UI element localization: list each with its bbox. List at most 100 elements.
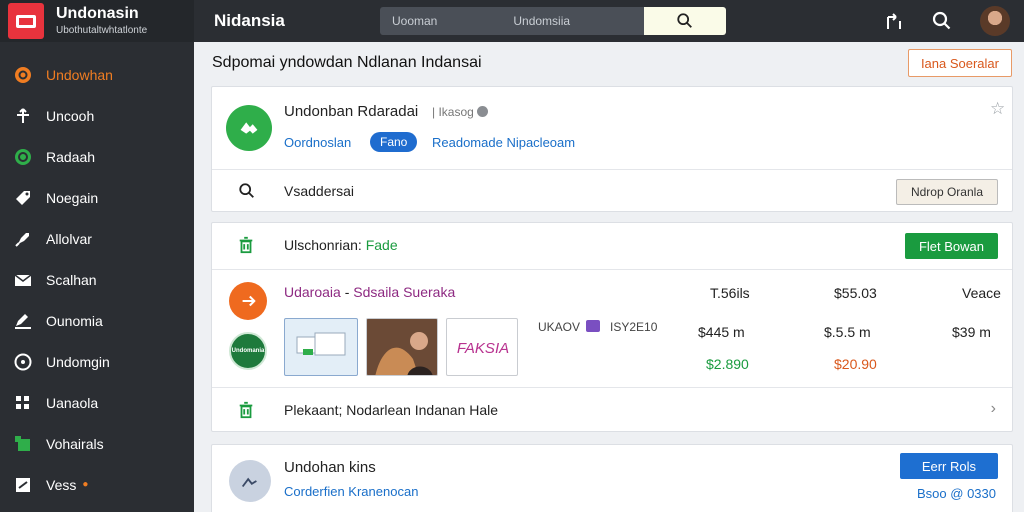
sidebar-item-label: Undomgin bbox=[46, 353, 110, 370]
badge-label: Undomania bbox=[231, 348, 265, 354]
listing-item-icon bbox=[229, 282, 267, 320]
card-search-row: Vsaddersai Ndrop Oranla bbox=[212, 169, 1012, 213]
price-green: $2.890 bbox=[706, 356, 749, 372]
listing-header-text: Ulschonrian: Fade bbox=[284, 237, 398, 253]
card-search-button[interactable]: Ndrop Oranla bbox=[895, 179, 998, 205]
sidebar-item-label: Noegain bbox=[46, 189, 99, 206]
sidebar-item-allolvar[interactable]: Allolvar bbox=[0, 218, 194, 259]
sidebar-item-uanaola[interactable]: Uanaola bbox=[0, 382, 194, 423]
sidebar-item-label: Ounomia bbox=[46, 312, 103, 329]
column-value-1: $445 m bbox=[698, 324, 745, 340]
box-icon bbox=[14, 476, 32, 494]
listing-footer-text: Plekaant; Nodarlean Indanan Hale bbox=[284, 402, 499, 418]
brand[interactable]: Undonasin Ubothutaltwhtatlonte bbox=[0, 0, 194, 42]
profile-title: Undonban Rdaradai bbox=[284, 103, 419, 120]
info-icon bbox=[477, 106, 489, 117]
sidebar-item-uncooh[interactable]: Uncooh bbox=[0, 95, 194, 136]
tag-icon bbox=[14, 189, 32, 207]
column-header-3: Veace bbox=[962, 285, 1001, 301]
star-icon[interactable]: ☆ bbox=[990, 99, 1005, 119]
profile-link-primary[interactable]: Oordnoslan bbox=[284, 135, 351, 150]
avatar[interactable] bbox=[980, 6, 1010, 36]
search-query-text: Undomsiia bbox=[513, 14, 571, 28]
sidebar-item-vohairals[interactable]: Vohairals bbox=[0, 423, 194, 464]
listing-card: Ulschonrian: Fade Flet Bowan Udaroaia - … bbox=[211, 222, 1013, 432]
sidebar-item-label: Uanaola bbox=[46, 394, 99, 411]
orange-circle-icon bbox=[14, 66, 32, 84]
search-button[interactable] bbox=[644, 7, 726, 35]
flag-icon bbox=[586, 320, 600, 332]
sidebar-item-label: Radaah bbox=[46, 148, 96, 165]
trash-icon bbox=[239, 401, 253, 419]
brand-subtitle: Ubothutaltwhtatlonte bbox=[56, 25, 148, 36]
listing-header-prefix: Ulschonrian: bbox=[284, 237, 366, 253]
contact-link[interactable]: Corderfien Kranenocan bbox=[284, 484, 418, 499]
thumbnail-photo[interactable] bbox=[366, 318, 438, 376]
grid-icon bbox=[14, 394, 32, 412]
green-square-icon bbox=[14, 435, 32, 453]
sidebar: Undonasin Ubothutaltwhtatlonte Undowhan … bbox=[0, 0, 194, 512]
contact-subtext[interactable]: Bsoo @ 0330 bbox=[917, 486, 996, 501]
listing-item-title[interactable]: Udaroaia - Sdsaila Sueraka bbox=[284, 284, 455, 300]
price-orange: $20.90 bbox=[834, 356, 877, 372]
listing-meta-a: UKAOV bbox=[538, 320, 581, 334]
profile-link-secondary[interactable]: Readomade Nipacleoam bbox=[432, 135, 575, 150]
contact-title: Undohan kins bbox=[284, 459, 376, 476]
sidebar-item-scalhan[interactable]: Scalhan bbox=[0, 259, 194, 300]
sidebar-item-vess[interactable]: Vess ● bbox=[0, 464, 194, 505]
column-header-1: T.56ils bbox=[710, 285, 750, 301]
search-bar[interactable]: Uooman Undomsiia bbox=[380, 7, 726, 35]
listing-item-title-b: Sdsaila Sueraka bbox=[353, 284, 456, 300]
search-icon bbox=[239, 183, 254, 198]
search-icon[interactable] bbox=[932, 11, 952, 31]
green-circle-icon bbox=[14, 148, 32, 166]
contact-button[interactable]: Eerr Rols bbox=[899, 453, 998, 479]
sidebar-item-label: Scalhan bbox=[46, 271, 97, 288]
sidebar-item-undowhan[interactable]: Undowhan bbox=[0, 54, 194, 95]
edit-icon bbox=[14, 312, 32, 330]
sidebar-item-label: Vohairals bbox=[46, 435, 104, 452]
thumbnail-logo[interactable]: FAKSIA bbox=[446, 318, 518, 376]
brand-logo-icon bbox=[8, 3, 44, 39]
page-title: Sdpomai yndowdan Ndlanan Indansai bbox=[212, 54, 482, 71]
sidebar-item-ounomia[interactable]: Ounomia bbox=[0, 300, 194, 341]
profile-card: Undonban Rdaradai | Ikasog ☆ Oordnoslan … bbox=[211, 86, 1013, 212]
app-title: Nidansia bbox=[214, 11, 285, 30]
search-scope-label: Uooman bbox=[392, 14, 438, 28]
badge-icon: Undomania bbox=[229, 332, 267, 370]
thumbnail-document[interactable] bbox=[284, 318, 358, 376]
column-value-2: $.5.5 m bbox=[824, 324, 871, 340]
sidebar-item-undomgin[interactable]: Undomgin bbox=[0, 341, 194, 382]
listing-meta-b: ISY2E10 bbox=[610, 320, 658, 334]
listing-footer-row[interactable]: Plekaant; Nodarlean Indanan Hale › bbox=[212, 387, 1012, 433]
sidebar-item-noegain[interactable]: Noegain bbox=[0, 177, 194, 218]
card-search-input[interactable]: Vsaddersai bbox=[284, 183, 354, 199]
listing-item-title-sep: - bbox=[340, 284, 354, 300]
chevron-right-icon[interactable]: › bbox=[991, 400, 996, 418]
column-header-2: $55.03 bbox=[834, 285, 877, 301]
share-icon[interactable] bbox=[884, 11, 904, 31]
listing-item-row[interactable]: Udaroaia - Sdsaila Sueraka T.56ils $55.0… bbox=[212, 269, 1012, 387]
page-header: Sdpomai yndowdan Ndlanan Indansai Iana S… bbox=[194, 42, 1024, 84]
pin-icon bbox=[14, 107, 32, 125]
listing-item-title-a: Udaroaia bbox=[284, 284, 341, 300]
profile-meta: | Ikasog bbox=[432, 105, 489, 119]
top-bar: Nidansia Uooman Undomsiia bbox=[194, 0, 1024, 42]
sidebar-item-label: Uncooh bbox=[46, 107, 95, 124]
mail-icon bbox=[14, 271, 32, 289]
listing-header-highlight: Fade bbox=[365, 237, 398, 253]
header-action-button[interactable]: Iana Soeralar bbox=[907, 49, 1012, 77]
search-input[interactable]: Uooman Undomsiia bbox=[380, 7, 644, 35]
contact-card: Undohan kins Corderfien Kranenocan Eerr … bbox=[211, 444, 1013, 512]
column-value-3: $39 m bbox=[952, 324, 991, 340]
listing-primary-button[interactable]: Flet Bowan bbox=[904, 233, 998, 259]
status-badge[interactable]: Fano bbox=[370, 132, 418, 152]
trash-icon bbox=[239, 236, 253, 254]
clock-icon bbox=[14, 353, 32, 371]
notification-dot-icon: ● bbox=[82, 479, 89, 490]
thumbnail-logo-text: FAKSIA bbox=[456, 339, 510, 357]
sidebar-item-radaah[interactable]: Radaah bbox=[0, 136, 194, 177]
contact-avatar-icon bbox=[229, 460, 271, 502]
rocket-icon bbox=[14, 230, 32, 248]
sidebar-item-label: Vess bbox=[46, 476, 77, 493]
